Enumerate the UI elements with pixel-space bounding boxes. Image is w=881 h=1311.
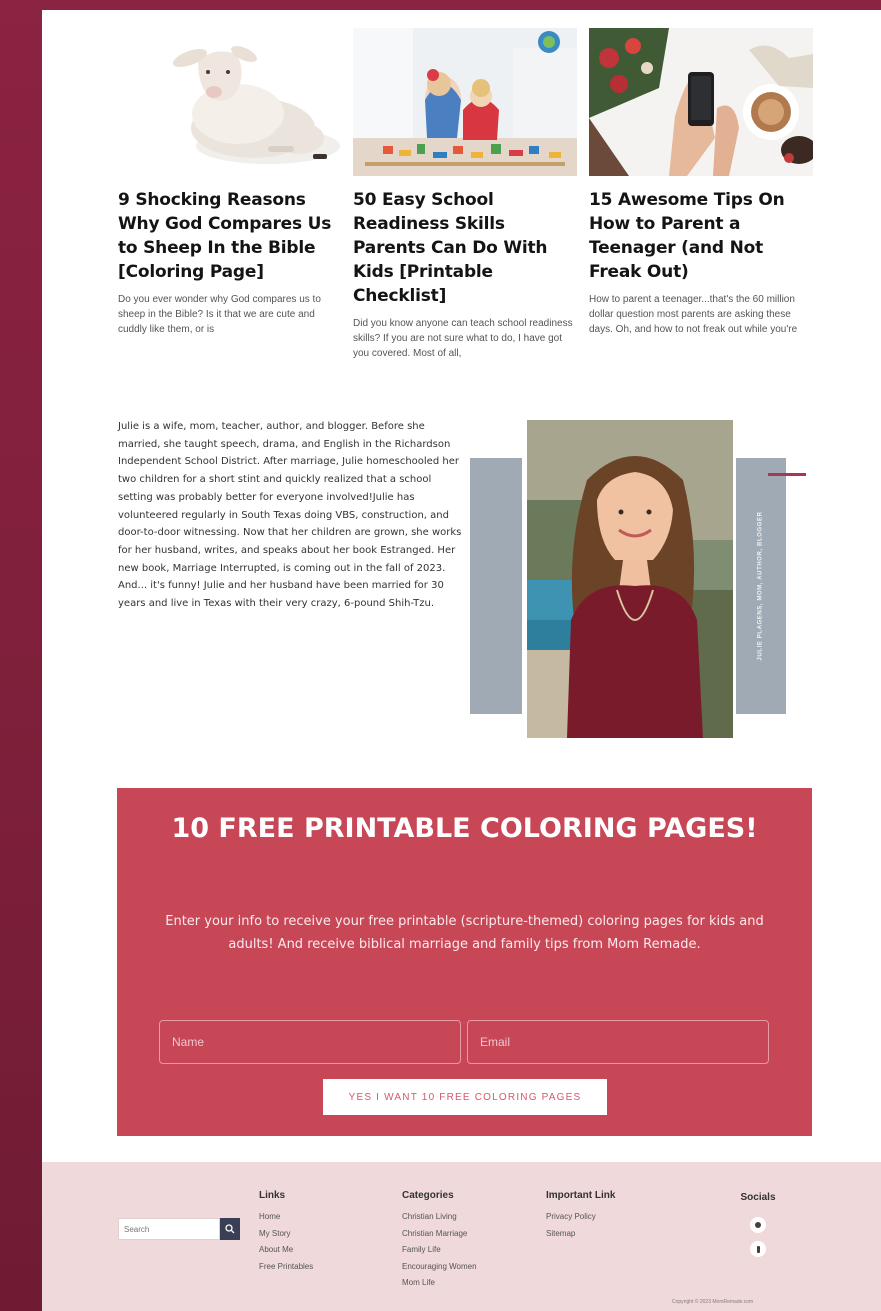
author-vertical-label: JULIE PLAGENS, MOM, AUTHOR, BLOGGER xyxy=(758,511,764,661)
decorative-panel-left xyxy=(470,458,522,714)
background-top xyxy=(0,0,881,10)
footer-heading: Links xyxy=(259,1190,286,1201)
post-thumbnail-kids-playing[interactable] xyxy=(353,28,577,176)
post-excerpt: Do you ever wonder why God compares us t… xyxy=(118,294,321,335)
post-title[interactable]: 50 Easy School Readiness Skills Parents … xyxy=(353,188,577,308)
cta-subtitle: Enter your info to receive your free pri… xyxy=(165,914,764,952)
footer-link-privacy-policy[interactable]: Privacy Policy xyxy=(546,1209,615,1226)
site-footer: Links Home My Story About Me Free Printa… xyxy=(42,1162,881,1311)
footer-link-home[interactable]: Home xyxy=(259,1209,313,1226)
footer-links: Links Home My Story About Me Free Printa… xyxy=(259,1190,313,1275)
author-image-block: JULIE PLAGENS, MOM, AUTHOR, BLOGGER xyxy=(470,420,822,740)
search-icon xyxy=(225,1224,235,1234)
background-left xyxy=(0,0,42,1311)
facebook-icon[interactable] xyxy=(750,1241,766,1257)
footer-search xyxy=(118,1218,240,1240)
post-thumbnail-sheep[interactable] xyxy=(118,28,342,176)
cta-title: 10 FREE PRINTABLE COLORING PAGES! xyxy=(171,813,758,844)
footer-category-encouraging-women[interactable]: Encouraging Women xyxy=(402,1259,477,1276)
footer-heading: Categories xyxy=(402,1190,454,1201)
pinterest-icon[interactable] xyxy=(750,1217,766,1233)
footer-category-family-life[interactable]: Family Life xyxy=(402,1242,477,1259)
footer-link-free-printables[interactable]: Free Printables xyxy=(259,1259,313,1276)
post-card[interactable]: 15 Awesome Tips On How to Parent a Teena… xyxy=(589,28,813,337)
footer-category-christian-marriage[interactable]: Christian Marriage xyxy=(402,1226,477,1243)
newsletter-signup: 10 FREE PRINTABLE COLORING PAGES! Enter … xyxy=(117,788,812,1136)
footer-heading: Socials xyxy=(740,1192,776,1203)
search-button[interactable] xyxy=(220,1218,240,1240)
footer-link-about-me[interactable]: About Me xyxy=(259,1242,313,1259)
copyright-text: Copyright © 2023 MomRemade.com xyxy=(672,1299,754,1305)
post-excerpt: How to parent a teenager...that's the 60… xyxy=(589,294,798,335)
name-field[interactable] xyxy=(159,1020,461,1064)
post-excerpt: Did you know anyone can teach school rea… xyxy=(353,318,573,359)
email-field[interactable] xyxy=(467,1020,769,1064)
footer-category-christian-living[interactable]: Christian Living xyxy=(402,1209,477,1226)
accent-line xyxy=(768,473,806,476)
post-title[interactable]: 9 Shocking Reasons Why God Compares Us t… xyxy=(118,188,342,284)
footer-link-my-story[interactable]: My Story xyxy=(259,1226,313,1243)
page-content: 9 Shocking Reasons Why God Compares Us t… xyxy=(42,10,881,1311)
subscribe-button[interactable]: YES I WANT 10 FREE COLORING PAGES xyxy=(323,1079,607,1115)
footer-categories: Categories Christian Living Christian Ma… xyxy=(402,1190,477,1292)
post-thumbnail-phone-hands[interactable] xyxy=(589,28,813,176)
author-bio: Julie is a wife, mom, teacher, author, a… xyxy=(118,421,462,610)
post-card[interactable]: 9 Shocking Reasons Why God Compares Us t… xyxy=(118,28,342,337)
search-input[interactable] xyxy=(118,1218,220,1240)
post-card[interactable]: 50 Easy School Readiness Skills Parents … xyxy=(353,28,577,361)
author-photo xyxy=(527,420,733,738)
footer-category-mom-life[interactable]: Mom Life xyxy=(402,1275,477,1292)
footer-link-sitemap[interactable]: Sitemap xyxy=(546,1226,615,1243)
footer-important-links: Important Link Privacy Policy Sitemap xyxy=(546,1190,615,1242)
post-title[interactable]: 15 Awesome Tips On How to Parent a Teena… xyxy=(589,188,813,284)
footer-socials: Socials xyxy=(738,1192,778,1265)
footer-heading: Important Link xyxy=(546,1190,616,1201)
